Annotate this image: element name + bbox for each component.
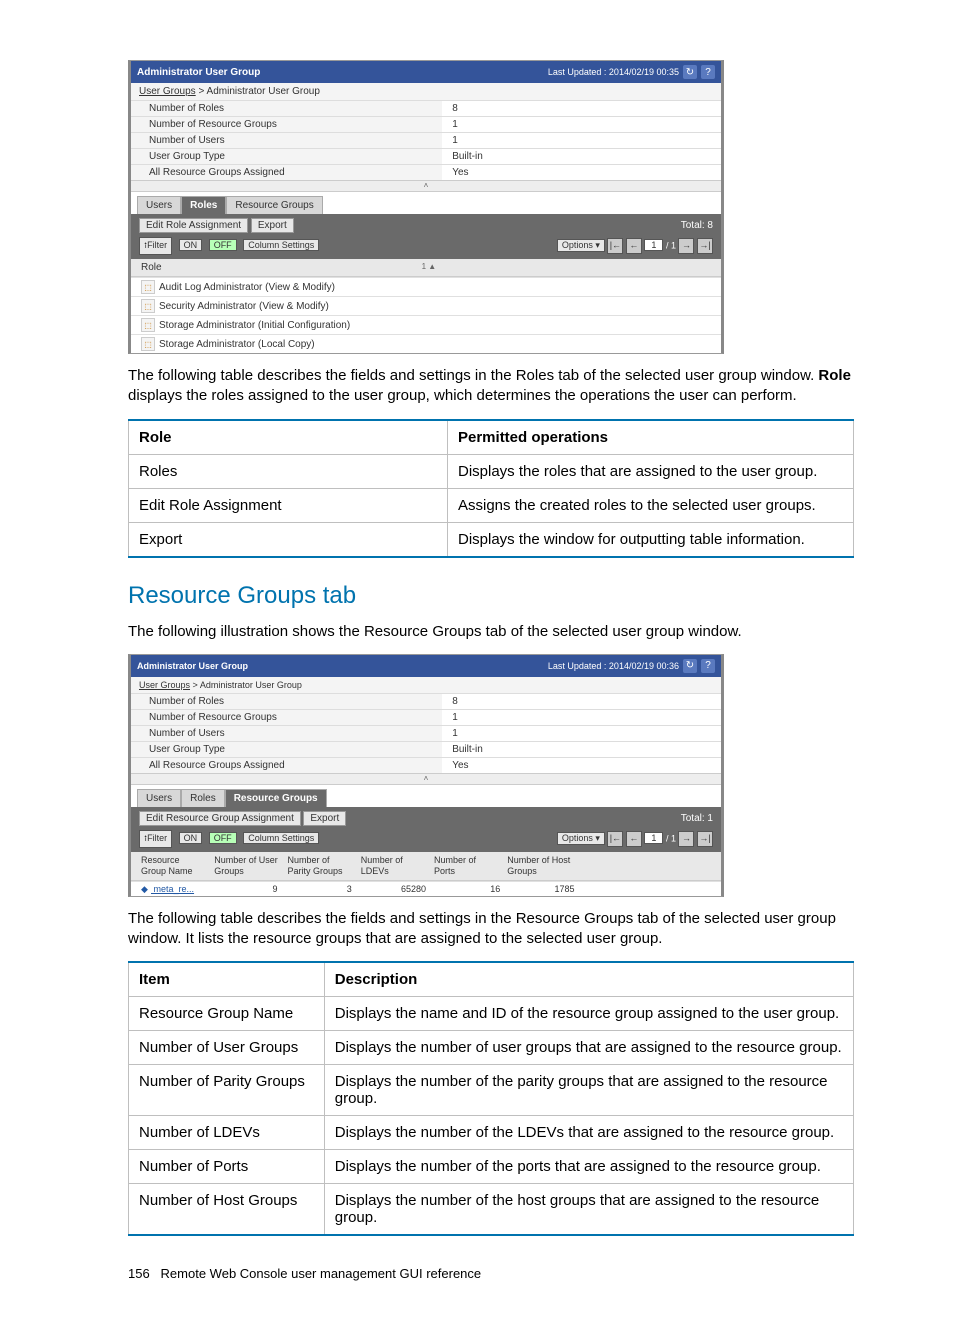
- export-button[interactable]: Export: [303, 811, 346, 826]
- page-last-icon[interactable]: →|: [697, 831, 713, 847]
- window-titlebar: Administrator User Group Last Updated : …: [131, 61, 721, 83]
- window-title: Administrator User Group: [137, 661, 248, 671]
- refresh-icon[interactable]: ↻: [683, 65, 697, 79]
- options-dropdown[interactable]: Options ▾: [557, 832, 605, 845]
- breadcrumb: User Groups > Administrator User Group: [131, 677, 721, 693]
- breadcrumb: User Groups > Administrator User Group: [131, 83, 721, 100]
- grid-rows: ⬚Audit Log Administrator (View & Modify)…: [131, 277, 721, 353]
- col-item: Item: [129, 962, 325, 997]
- role-icon: ⬚: [141, 280, 155, 294]
- options-dropdown[interactable]: Options ▾: [557, 239, 605, 252]
- tab-bar: Users Roles Resource Groups: [131, 192, 721, 214]
- crumb-leaf: Administrator User Group: [207, 86, 320, 97]
- resource-group-icon: ◆: [141, 884, 151, 894]
- page-input[interactable]: 1: [644, 239, 663, 251]
- paragraph: The following table describes the fields…: [128, 909, 854, 950]
- grid-header[interactable]: Role 1 ▲: [131, 259, 721, 277]
- table-row[interactable]: ⬚Storage Administrator (Initial Configur…: [131, 315, 721, 334]
- grid-header: Resource Group Name Number of User Group…: [131, 852, 721, 881]
- tab-resource-groups[interactable]: Resource Groups: [226, 196, 322, 214]
- roles-description-table: Role Permitted operations RolesDisplays …: [128, 419, 854, 558]
- col-rg-name[interactable]: Resource Group Name: [137, 855, 210, 877]
- sort-indicator: 1 ▲: [422, 262, 437, 273]
- screenshot-roles-tab: Administrator User Group Last Updated : …: [128, 60, 724, 354]
- col-description: Description: [324, 962, 853, 997]
- filter-off[interactable]: OFF: [209, 239, 237, 251]
- page-input[interactable]: 1: [644, 832, 663, 844]
- filter-bar: ⭫Filter ON OFF Column Settings Options ▾…: [131, 828, 721, 852]
- tab-bar: Users Roles Resource Groups: [131, 785, 721, 807]
- col-num-host-groups[interactable]: Number of Host Groups: [503, 855, 576, 877]
- grid-rows: ◆ meta_re... 9 3 65280 16 1785: [131, 881, 721, 896]
- page-footer: 156 Remote Web Console user management G…: [128, 1266, 854, 1281]
- role-icon: ⬚: [141, 318, 155, 332]
- table-row[interactable]: ⬚Audit Log Administrator (View & Modify): [131, 277, 721, 296]
- footer-title: Remote Web Console user management GUI r…: [161, 1266, 482, 1281]
- toolbar: Edit Resource Group Assignment Export To…: [131, 807, 721, 828]
- paragraph: The following illustration shows the Res…: [128, 622, 854, 642]
- screenshot-resource-groups-tab: Administrator User Group Last Updated : …: [128, 654, 724, 897]
- page-number: 156: [128, 1266, 150, 1281]
- last-updated: Last Updated : 2014/02/19 00:35: [548, 67, 679, 77]
- window-title: Administrator User Group: [137, 67, 260, 78]
- page-first-icon[interactable]: |←: [607, 831, 623, 847]
- filter-button[interactable]: ⭫Filter: [139, 237, 172, 255]
- help-icon[interactable]: ?: [701, 659, 715, 673]
- total-count: Total: 1: [681, 813, 713, 824]
- page-prev-icon[interactable]: ←: [626, 831, 642, 847]
- edit-resource-group-assignment-button[interactable]: Edit Resource Group Assignment: [139, 811, 301, 826]
- collapse-handle[interactable]: ˄: [131, 180, 721, 192]
- filter-off[interactable]: OFF: [209, 832, 237, 844]
- column-settings-button[interactable]: Column Settings: [243, 239, 319, 251]
- col-num-parity-groups[interactable]: Number of Parity Groups: [284, 855, 357, 877]
- col-role: Role: [141, 262, 162, 273]
- role-icon: ⬚: [141, 299, 155, 313]
- tab-roles[interactable]: Roles: [181, 789, 225, 807]
- toolbar: Edit Role Assignment Export Total: 8: [131, 214, 721, 235]
- tab-users[interactable]: Users: [137, 196, 181, 214]
- window-titlebar: Administrator User Group Last Updated : …: [131, 655, 721, 677]
- total-count: Total: 8: [681, 220, 713, 231]
- column-settings-button[interactable]: Column Settings: [243, 832, 319, 844]
- resource-groups-description-table: Item Description Resource Group NameDisp…: [128, 961, 854, 1236]
- tab-users[interactable]: Users: [137, 789, 181, 807]
- filter-button[interactable]: ⭫Filter: [139, 830, 172, 848]
- export-button[interactable]: Export: [251, 218, 294, 233]
- table-row[interactable]: ⬚Storage Administrator (Local Copy): [131, 334, 721, 353]
- col-num-user-groups[interactable]: Number of User Groups: [210, 855, 283, 877]
- collapse-handle[interactable]: ˄: [131, 773, 721, 785]
- page-next-icon[interactable]: →: [678, 831, 694, 847]
- paragraph: The following table describes the fields…: [128, 366, 854, 407]
- refresh-icon[interactable]: ↻: [683, 659, 697, 673]
- col-num-ldevs[interactable]: Number of LDEVs: [357, 855, 430, 877]
- page-last-icon[interactable]: →|: [697, 238, 713, 254]
- filter-bar: ⭫Filter ON OFF Column Settings Options ▾…: [131, 235, 721, 259]
- last-updated: Last Updated : 2014/02/19 00:36: [548, 661, 679, 671]
- edit-role-assignment-button[interactable]: Edit Role Assignment: [139, 218, 248, 233]
- page-prev-icon[interactable]: ←: [626, 238, 642, 254]
- role-icon: ⬚: [141, 337, 155, 351]
- table-row[interactable]: ⬚Security Administrator (View & Modify): [131, 296, 721, 315]
- crumb-root[interactable]: User Groups: [139, 86, 196, 97]
- tab-roles[interactable]: Roles: [181, 196, 226, 214]
- section-heading: Resource Groups tab: [128, 582, 854, 610]
- page-first-icon[interactable]: |←: [607, 238, 623, 254]
- page-next-icon[interactable]: →: [678, 238, 694, 254]
- tab-resource-groups[interactable]: Resource Groups: [225, 789, 327, 807]
- filter-on[interactable]: ON: [179, 832, 203, 844]
- summary-table: Number of Roles8 Number of Resource Grou…: [131, 693, 721, 773]
- crumb-leaf: Administrator User Group: [200, 680, 302, 690]
- col-permitted: Permitted operations: [448, 420, 854, 455]
- col-num-ports[interactable]: Number of Ports: [430, 855, 503, 877]
- filter-on[interactable]: ON: [179, 239, 203, 251]
- summary-table: Number of Roles8 Number of Resource Grou…: [131, 100, 721, 180]
- table-row[interactable]: ◆ meta_re... 9 3 65280 16 1785: [131, 881, 721, 896]
- help-icon[interactable]: ?: [701, 65, 715, 79]
- col-role: Role: [129, 420, 448, 455]
- crumb-root[interactable]: User Groups: [139, 680, 190, 690]
